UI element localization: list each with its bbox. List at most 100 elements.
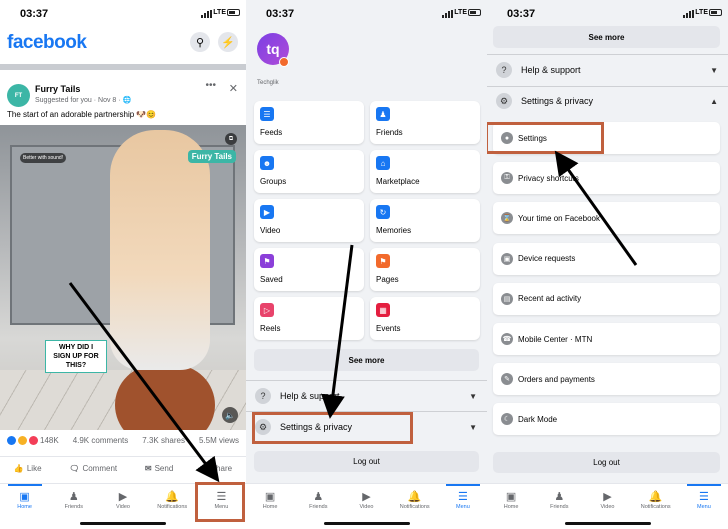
tab-home[interactable]: ▣ Home (0, 484, 49, 529)
menu-highlight-box (195, 482, 245, 522)
settings-item-label: Recent ad activity (518, 294, 582, 304)
device-icon: ▣ (501, 252, 513, 265)
tab-home[interactable]: ▣ Home (246, 484, 294, 529)
shortcut-saved[interactable]: ⚑ Saved (254, 248, 364, 291)
tab-label: Video (116, 504, 130, 510)
video-icon: ▶ (118, 491, 128, 503)
settings-item-label: Your time on Facebook (518, 213, 600, 223)
settings-highlight-box (487, 122, 604, 154)
settings-item-your-time-on-facebook[interactable]: ⌛ Your time on Facebook (493, 202, 720, 235)
settings-item-privacy-shortcuts[interactable]: ⚿ Privacy shortcuts (493, 162, 720, 195)
shortcut-reels[interactable]: ▷ Reels (254, 297, 364, 340)
shortcut-groups[interactable]: ☻ Groups (254, 150, 364, 193)
home-icon: ▣ (505, 491, 517, 503)
shortcut-events[interactable]: ▦ Events (370, 297, 480, 340)
chevron-down-icon: ▼ (710, 65, 718, 75)
send-label: Send (154, 464, 174, 473)
settings-item-orders-and-payments[interactable]: ✎ Orders and payments (493, 363, 720, 396)
battery-icon (227, 9, 240, 16)
help-support-row[interactable]: ? Help & support ▼ (246, 381, 487, 411)
log-out-button[interactable]: Log out (493, 452, 720, 473)
orders-icon: ✎ (501, 373, 513, 386)
settings-privacy-row[interactable]: ⚙ Settings & privacy ▲ (487, 86, 728, 116)
shortcut-label: Groups (260, 177, 287, 186)
shortcut-video[interactable]: ▶ Video (254, 199, 364, 242)
send-button[interactable]: ✉ Send (145, 461, 173, 476)
comment-label: Comment (82, 464, 118, 473)
see-more-button[interactable]: See more (493, 26, 720, 48)
shortcut-feeds[interactable]: ☰ Feeds (254, 101, 364, 144)
shortcut-friends[interactable]: ♟ Friends (370, 101, 480, 144)
see-more-button[interactable]: See more (254, 349, 479, 371)
mute-icon[interactable]: 🔈 (222, 407, 238, 423)
friends-icon: ♟ (313, 491, 324, 503)
tab-menu[interactable]: ☰ Menu (439, 484, 487, 529)
battery-icon (709, 9, 722, 16)
bell-icon: 🔔 (407, 491, 422, 503)
haha-reaction-icon (18, 436, 27, 445)
friends-icon: ♟ (376, 107, 390, 121)
post-video[interactable]: Better with sound! Furry Tails WHY DID I… (0, 125, 246, 430)
video-icon: ▶ (362, 491, 371, 503)
like-button[interactable]: 👍 Like (14, 461, 42, 476)
friends-icon: ♟ (554, 491, 565, 503)
shortcut-label: Saved (260, 275, 283, 284)
help-support-label: Help & support (521, 65, 581, 75)
help-icon: ? (496, 62, 512, 78)
settings-item-recent-ad-activity[interactable]: ▤ Recent ad activity (493, 282, 720, 315)
ad-activity-icon: ▤ (501, 292, 513, 305)
shortcut-marketplace[interactable]: ⌂ Marketplace (370, 150, 480, 193)
tab-label: Friends (309, 504, 328, 510)
tab-label: Menu (456, 504, 470, 510)
post-author[interactable]: Furry Tails (35, 84, 80, 94)
facebook-logo: facebook (7, 32, 87, 53)
comment-button[interactable]: 🗨 Comment (69, 461, 117, 476)
tab-label: Notifications (157, 504, 188, 510)
more-options-icon[interactable]: ••• (205, 80, 216, 91)
tab-menu[interactable]: ☰ Menu (680, 484, 728, 529)
page-avatar[interactable]: FT (7, 84, 30, 107)
share-button[interactable]: ➦ Share (201, 461, 232, 476)
settings-item-label: Device requests (518, 254, 576, 264)
marketplace-icon: ⌂ (376, 156, 390, 170)
saved-icon: ⚑ (260, 254, 274, 268)
chevron-up-icon: ▲ (710, 96, 718, 106)
shortcut-label: Friends (376, 128, 403, 137)
search-icon[interactable]: ⚲ (190, 32, 210, 52)
signal-icon (201, 10, 212, 18)
close-icon[interactable]: ✕ (229, 82, 238, 95)
video-icon: ▶ (260, 205, 274, 219)
home-indicator (80, 522, 166, 525)
shortcut-memories[interactable]: ↻ Memories (370, 199, 480, 242)
like-icon: 👍 (13, 464, 24, 473)
chevron-down-icon: ▼ (469, 391, 477, 401)
mobile-center-icon: ☎ (501, 333, 513, 345)
settings-item-dark-mode[interactable]: ☾ Dark Mode (493, 403, 720, 436)
log-out-button[interactable]: Log out (254, 451, 479, 472)
tab-label: Friends (550, 504, 569, 510)
video-icon: ▶ (603, 491, 612, 503)
feeds-icon: ☰ (260, 107, 274, 121)
post-actions: 👍 Like 🗨 Comment ✉ Send ➦ Share (0, 456, 246, 476)
settings-item-device-requests[interactable]: ▣ Device requests (493, 242, 720, 275)
settings-item-mobile-center-mtn[interactable]: ☎ Mobile Center · MTN (493, 323, 720, 355)
status-time: 03:37 (266, 8, 295, 20)
expand-icon[interactable]: ⧉ (225, 133, 237, 145)
profile-name[interactable]: Techglik (257, 80, 279, 86)
memories-icon: ↻ (376, 205, 390, 219)
tab-home[interactable]: ▣ Home (487, 484, 535, 529)
comments-count[interactable]: 4.9K comments (73, 436, 129, 445)
shares-count[interactable]: 7.3K shares (142, 436, 185, 445)
time-icon: ⌛ (501, 212, 513, 225)
reels-icon: ▷ (260, 303, 274, 317)
menu-screen: 03:37 LTE tq Techglik ☰ Feeds ♟ Friends ☻ Gro… (246, 0, 487, 529)
home-icon: ▣ (19, 491, 30, 503)
reactions-summary[interactable]: 148K (7, 436, 59, 445)
tab-label: Video (359, 504, 374, 510)
messenger-icon[interactable]: ⚡ (218, 32, 238, 52)
settings-privacy-label: Settings & privacy (521, 96, 594, 106)
dark-mode-icon: ☾ (501, 413, 513, 426)
menu-icon: ☰ (698, 491, 709, 503)
shortcut-pages[interactable]: ⚑ Pages (370, 248, 480, 291)
help-support-row[interactable]: ? Help & support ▼ (487, 55, 728, 85)
